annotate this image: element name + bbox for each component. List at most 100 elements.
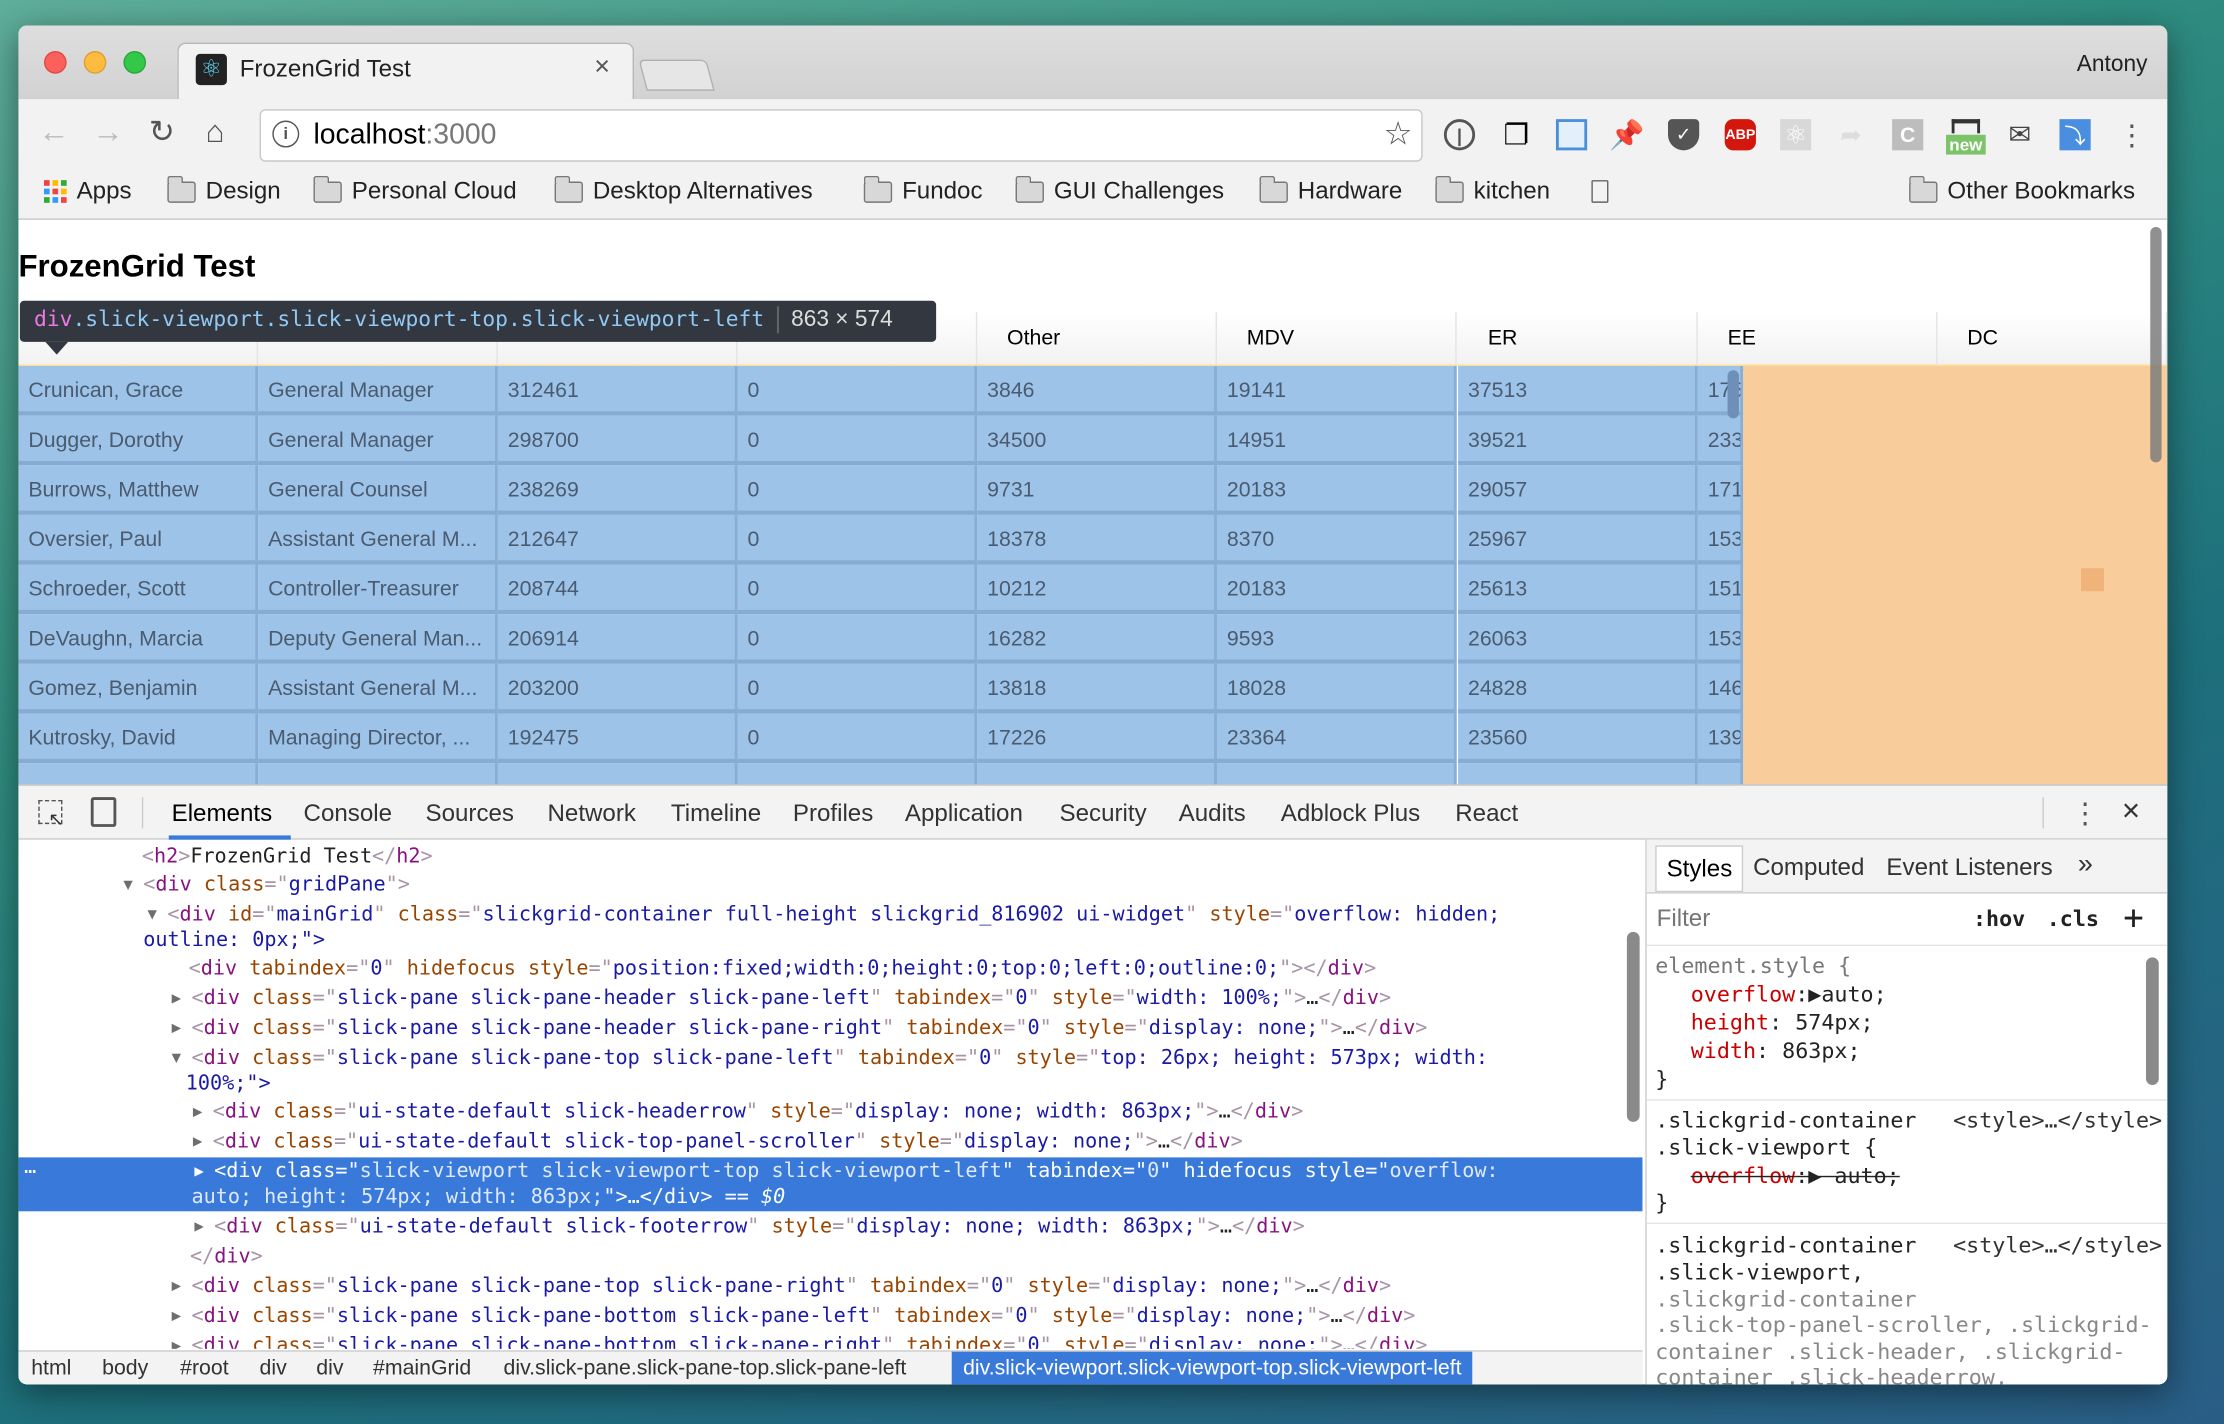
property-value[interactable]: 863px;	[1782, 1038, 1860, 1064]
tab-console[interactable]: Console	[304, 800, 392, 828]
bookmark-folder[interactable]: Hardware	[1258, 175, 1402, 205]
dom-node-line[interactable]: outline: 0px;">	[18, 926, 1642, 954]
breadcrumb-item[interactable]: div	[316, 1356, 343, 1380]
react-devtools-icon[interactable]: ⚛	[1780, 119, 1812, 151]
table-cell[interactable]: 10212	[977, 564, 1217, 615]
expand-triangle-icon[interactable]: ▼	[148, 901, 157, 929]
reload-icon[interactable]: ↻	[149, 116, 175, 147]
table-cell[interactable]: 9731	[977, 465, 1217, 515]
table-cell[interactable]: 3846	[977, 365, 1217, 416]
table-cell[interactable]: 19141	[1216, 365, 1457, 416]
overridden-property-value[interactable]: auto;	[1834, 1163, 1899, 1189]
table-cell[interactable]: DeVaughn, Marcia	[18, 614, 259, 664]
forward-icon[interactable]: →	[92, 116, 123, 147]
table-cell[interactable]: General Counsel	[258, 465, 498, 515]
tab-sources[interactable]: Sources	[426, 800, 514, 828]
table-cell[interactable]	[1697, 763, 1744, 785]
pin-icon[interactable]: 📌	[1609, 119, 1644, 151]
grid-scrollbar[interactable]	[1727, 370, 1739, 419]
device-toolbar-icon[interactable]	[90, 797, 117, 827]
bookmark-apps[interactable]: Apps	[43, 177, 132, 205]
tab-timeline[interactable]: Timeline	[671, 800, 761, 828]
dom-node-line[interactable]: ▼ <div id="mainGrid" class="slickgrid-con…	[18, 901, 1642, 929]
table-cell[interactable]	[1216, 763, 1457, 785]
table-cell[interactable]	[737, 763, 978, 785]
devtools-menu-icon[interactable]: ⋮	[2071, 796, 2099, 831]
table-cell[interactable]: Oversier, Paul	[18, 514, 259, 565]
table-cell[interactable]: 14951	[1216, 415, 1457, 466]
table-row[interactable]: Burrows, Matthew General Counsel 238269 0 97…	[18, 465, 1744, 515]
property-name[interactable]: height	[1691, 1010, 1769, 1036]
table-cell[interactable]: Deputy General Man...	[258, 614, 498, 664]
bookmark-star-icon[interactable]: ☆	[1383, 115, 1412, 153]
table-cell[interactable]: 37513	[1458, 365, 1698, 416]
collapse-triangle-icon[interactable]: ▶	[172, 1332, 181, 1349]
style-property[interactable]: width: 863px;	[1691, 1038, 1861, 1064]
dom-tree-scrollbar[interactable]	[1626, 931, 1640, 1122]
table-cell[interactable]: 153	[1697, 614, 1744, 664]
table-cell[interactable]: 17226	[977, 713, 1217, 764]
collapse-triangle-icon[interactable]: ▶	[172, 1302, 181, 1330]
table-cell[interactable]: General Manager	[258, 365, 498, 416]
property-name[interactable]: overflow	[1691, 982, 1796, 1008]
dom-node-line[interactable]: <h2>FrozenGrid Test</h2>	[18, 843, 1642, 871]
table-cell[interactable]: 0	[737, 713, 978, 764]
table-row[interactable]: Oversier, Paul Assistant General M... 2126…	[18, 514, 1744, 565]
table-cell[interactable]: 9593	[1216, 614, 1457, 664]
tab-computed[interactable]: Computed	[1753, 854, 1864, 882]
page-scrollbar[interactable]	[2150, 226, 2162, 463]
1password-icon[interactable]: |	[1443, 119, 1476, 151]
style-property[interactable]: overflow:▶auto;	[1691, 982, 1887, 1008]
table-cell[interactable]: 146	[1697, 663, 1744, 714]
property-value[interactable]: 574px;	[1795, 1010, 1873, 1036]
table-cell[interactable]: 0	[737, 663, 978, 714]
table-row[interactable]: Kutrosky, David Managing Director, ... 192…	[18, 713, 1744, 764]
table-cell[interactable]: 18378	[977, 514, 1217, 565]
breadcrumb-item[interactable]: div	[260, 1356, 287, 1380]
table-cell[interactable]: 29057	[1458, 465, 1698, 515]
tab-audits[interactable]: Audits	[1179, 800, 1246, 828]
table-cell[interactable]: 151	[1697, 564, 1744, 615]
table-row[interactable]: DeVaughn, Marcia Deputy General Man... 206…	[18, 614, 1744, 664]
table-cell[interactable]: 23560	[1458, 713, 1698, 764]
property-value[interactable]: auto;	[1821, 982, 1886, 1008]
bookmark-folder[interactable]: Desktop Alternatives	[553, 175, 813, 205]
bookmark-folder[interactable]: GUI Challenges	[1014, 175, 1224, 205]
table-cell[interactable]: 0	[737, 614, 978, 664]
close-tab-icon[interactable]: ×	[594, 52, 610, 83]
expand-triangle-icon[interactable]: ▼	[123, 871, 132, 899]
table-cell[interactable]	[258, 763, 498, 785]
collapse-triangle-icon[interactable]: ▶	[172, 984, 181, 1012]
table-cell[interactable]: 312461	[497, 365, 738, 416]
expand-triangle-icon[interactable]: ▼	[172, 1044, 181, 1072]
dom-node-line[interactable]: ▶ <div class="slick-pane slick-pane-botto…	[18, 1302, 1642, 1330]
profile-name[interactable]: Antony	[2077, 52, 2148, 78]
table-cell[interactable]: 0	[737, 365, 978, 416]
table-cell[interactable]: 0	[737, 564, 978, 615]
tab-styles[interactable]: Styles	[1655, 845, 1744, 893]
table-row[interactable]: Crunican, Grace General Manager 312461 0 384…	[18, 365, 1744, 416]
dom-node-line[interactable]: ▶ <div class="slick-pane slick-pane-heade…	[18, 1014, 1642, 1042]
inspect-element-icon[interactable]: ↖	[38, 799, 64, 830]
bookmark-folder[interactable]: kitchen	[1434, 175, 1550, 205]
bookmark-folder[interactable]: Fundoc	[863, 175, 983, 205]
menu-icon[interactable]: ⋮	[2116, 119, 2147, 151]
dom-node-line[interactable]: ▼ <div class="slick-pane slick-pane-top s…	[18, 1044, 1642, 1072]
share-icon[interactable]: ➦	[1835, 119, 1866, 150]
table-cell[interactable]: 25967	[1458, 514, 1698, 565]
table-cell[interactable]: 139	[1697, 713, 1744, 764]
table-cell[interactable]: 153	[1697, 514, 1744, 565]
adblock-plus-icon[interactable]: ABP	[1724, 119, 1756, 151]
table-cell[interactable]: 192475	[497, 713, 738, 764]
dom-node-line[interactable]: ▶ <div class="slick-pane slick-pane-heade…	[18, 984, 1642, 1012]
dom-node-line[interactable]: ▶ … <div class="slick-viewport slick-viewp…	[18, 1156, 1643, 1185]
table-cell[interactable]: Managing Director, ...	[258, 713, 498, 764]
collapse-triangle-icon[interactable]: ▶	[193, 1128, 202, 1156]
table-cell[interactable]: Dugger, Dorothy	[18, 415, 259, 466]
styles-filter-input[interactable]	[1646, 893, 1959, 945]
column-header[interactable]: ER	[1458, 312, 1698, 366]
bookmark-folder[interactable]: Personal Cloud	[312, 175, 517, 205]
close-window-button[interactable]	[43, 51, 67, 74]
column-header[interactable]: DC	[1937, 312, 2168, 366]
screen-capture-icon[interactable]	[1555, 119, 1588, 151]
